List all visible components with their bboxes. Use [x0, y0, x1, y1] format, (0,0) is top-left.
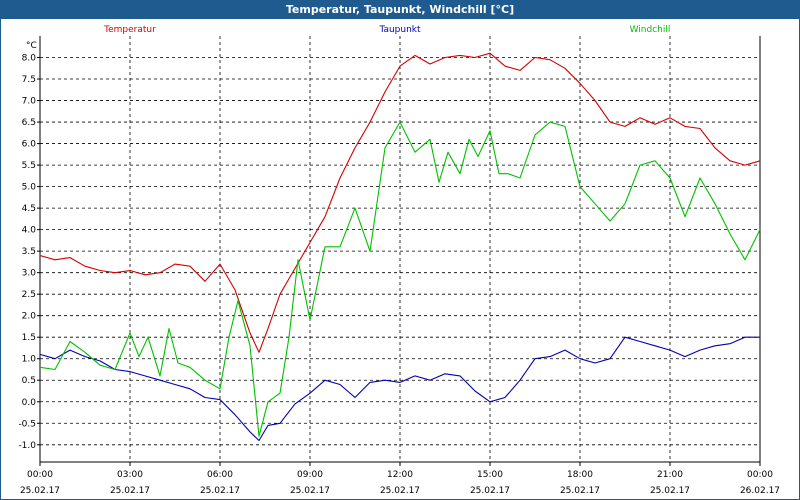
y-tick-label: 6.5 [22, 118, 36, 128]
x-tick-time-label: 00:00 [27, 470, 53, 480]
x-tick-time-label: 12:00 [387, 470, 413, 480]
x-tick-date-label: 25.02.17 [560, 486, 600, 496]
y-axis-unit: °C [26, 41, 37, 51]
x-tick-date-label: 25.02.17 [290, 486, 330, 496]
legend-layer: Temperatur Taupunkt Windchill [103, 25, 670, 35]
y-tick-label: 0.5 [22, 376, 36, 386]
x-tick-date-label: 25.02.17 [470, 486, 510, 496]
x-tick-date-label: 25.02.17 [200, 486, 240, 496]
x-tick-time-label: 00:00 [747, 470, 773, 480]
x-tick-time-label: 21:00 [657, 470, 683, 480]
legend-taupunkt: Taupunkt [378, 25, 421, 35]
x-tick-time-label: 03:00 [117, 470, 143, 480]
x-tick-date-label: 26.02.17 [740, 486, 780, 496]
series-line-taupunkt [39, 336, 760, 442]
y-tick-label: 5.5 [22, 161, 36, 171]
y-tick-label: 3.0 [22, 269, 37, 279]
x-tick-time-label: 09:00 [297, 470, 323, 480]
y-tick-label: 8.0 [22, 54, 37, 64]
x-tick-time-label: 15:00 [477, 470, 503, 480]
x-tick-date-label: 25.02.17 [110, 486, 150, 496]
legend-temperatur: Temperatur [103, 25, 156, 35]
y-tick-label: 4.0 [22, 226, 37, 236]
y-tick-label: 4.5 [22, 204, 36, 214]
x-tick-time-label: 18:00 [567, 470, 593, 480]
y-tick-label: 1.5 [22, 333, 36, 343]
y-tick-label: 1.0 [22, 355, 37, 365]
y-tick-label: 0.0 [22, 398, 37, 408]
y-tick-label: -1.0 [18, 441, 36, 451]
y-tick-label: 2.5 [22, 290, 36, 300]
y-tick-label: -0.5 [18, 419, 36, 429]
grid-layer [40, 36, 760, 462]
legend-windchill: Windchill [630, 25, 671, 35]
x-tick-date-label: 25.02.17 [20, 486, 60, 496]
x-tick-date-label: 25.02.17 [380, 486, 420, 496]
y-tick-label: 6.0 [22, 140, 37, 150]
y-tick-label: 5.0 [22, 183, 37, 193]
y-tick-label: 2.0 [22, 312, 37, 322]
y-tick-label: 7.5 [22, 75, 36, 85]
x-tick-date-label: 25.02.17 [650, 486, 690, 496]
axis-layer: °C 8.0 7.5 7.0 6.5 6.0 5.5 5.0 4.5 4.0 3.5 3.0 2.5 2.… [18, 36, 780, 496]
y-tick-label: 7.0 [22, 97, 37, 107]
line-chart: °C 8.0 7.5 7.0 6.5 6.0 5.5 5.0 4.5 4.0 3.5 3.0 2.5 2.… [18, 25, 780, 496]
x-tick-time-label: 06:00 [207, 470, 233, 480]
y-tick-label: 3.5 [22, 247, 36, 257]
